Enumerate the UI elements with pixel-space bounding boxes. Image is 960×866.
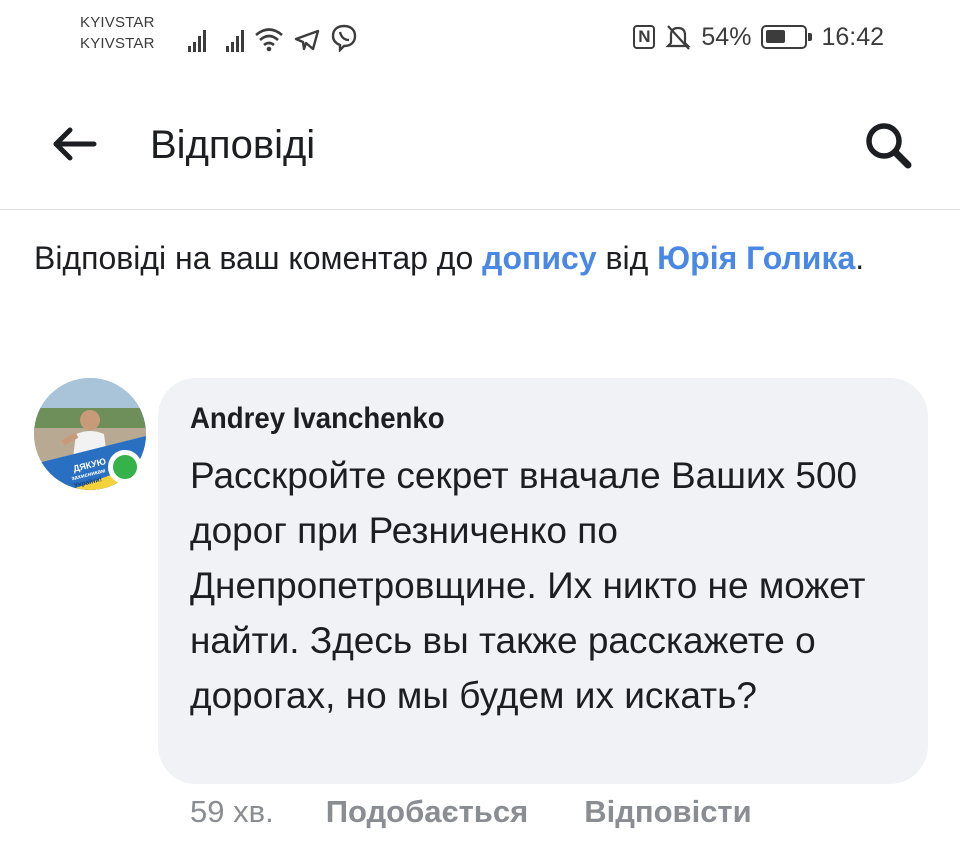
comment-author[interactable]: Andrey Ivanchenko xyxy=(190,400,445,438)
carrier-names: KYIVSTAR KYIVSTAR xyxy=(80,12,155,54)
search-button[interactable] xyxy=(860,118,920,174)
reply-button[interactable]: Відповісти xyxy=(584,794,752,830)
intro-middle: від xyxy=(596,240,658,276)
post-link[interactable]: допису xyxy=(482,240,596,276)
comment-bubble: Andrey Ivanchenko Расскройте секрет внач… xyxy=(158,378,928,784)
comment-time[interactable]: 59 хв. xyxy=(190,794,274,830)
carrier-1: KYIVSTAR xyxy=(80,14,155,31)
replies-intro: Відповіді на ваш коментар до допису від … xyxy=(34,236,914,280)
carrier-2: KYIVSTAR xyxy=(80,35,155,52)
mute-icon xyxy=(665,25,692,50)
clock: 16:42 xyxy=(821,22,884,51)
status-icons-right: N 54% 16:42 xyxy=(633,20,884,54)
comment-actions: 59 хв. Подобається Відповісти xyxy=(190,790,752,834)
status-bar: KYIVSTAR KYIVSTAR N 54% 16:42 xyxy=(0,0,960,80)
back-arrow-icon xyxy=(53,127,97,161)
intro-suffix: . xyxy=(855,240,865,276)
comment-text: Расскройте секрет вначале Ваших 500 доро… xyxy=(190,455,866,716)
search-icon xyxy=(866,123,912,169)
battery-fill xyxy=(766,30,786,43)
like-button[interactable]: Подобається xyxy=(326,794,529,830)
back-button[interactable] xyxy=(48,124,100,164)
wifi-icon xyxy=(255,28,283,52)
nfc-icon: N xyxy=(633,25,656,49)
battery-icon xyxy=(761,25,813,49)
battery-percent: 54% xyxy=(701,22,752,51)
battery-nub xyxy=(808,33,813,41)
intro-prefix: Відповіді на ваш коментар до xyxy=(34,240,483,276)
app-header: Відповіді xyxy=(0,80,960,210)
post-author-link[interactable]: Юрія Голика xyxy=(657,240,855,276)
signal-icon xyxy=(226,28,244,52)
signal-icon xyxy=(188,28,206,52)
telegram-icon xyxy=(294,29,320,51)
viber-icon xyxy=(331,24,357,52)
status-icons-left xyxy=(188,20,358,52)
online-indicator xyxy=(108,450,142,484)
page-title: Відповіді xyxy=(150,123,316,167)
